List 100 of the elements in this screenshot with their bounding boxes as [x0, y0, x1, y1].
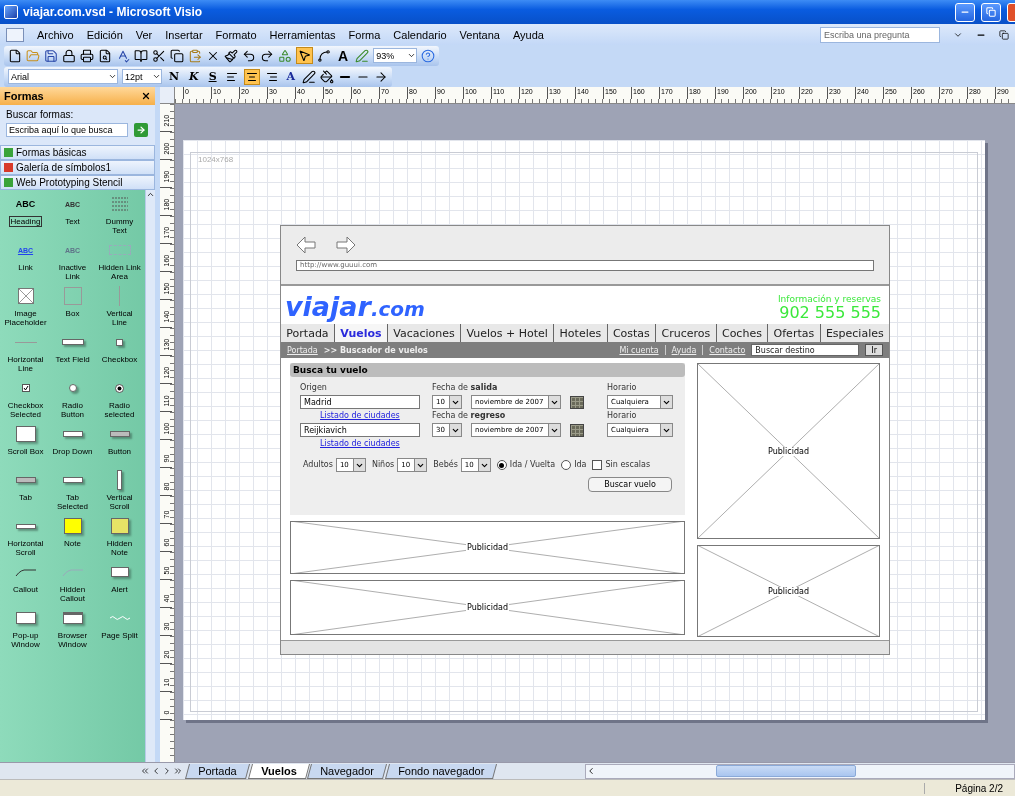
close-icon[interactable]	[141, 91, 151, 101]
line-color-icon[interactable]	[302, 69, 317, 84]
shape-label[interactable]: Hidden Callout	[49, 584, 96, 604]
undo-icon[interactable]	[242, 48, 256, 63]
style-button[interactable]: N	[166, 70, 183, 83]
radio-icon[interactable]	[115, 383, 124, 393]
account-link[interactable]: Contacto	[709, 345, 746, 355]
book-icon[interactable]	[134, 48, 148, 63]
cities-link[interactable]: Listado de ciudades	[320, 410, 400, 422]
shape-label[interactable]: Page Split	[99, 630, 140, 641]
pointer-tool-button[interactable]	[296, 47, 313, 64]
shape-icon[interactable]	[62, 612, 83, 624]
shape-icon[interactable]	[15, 523, 36, 529]
shape-label[interactable]: Pop-up Window	[2, 630, 49, 650]
shape-label[interactable]: Vertical Scroll	[96, 492, 143, 512]
image-placeholder-icon[interactable]	[17, 288, 34, 304]
previous-page-icon[interactable]	[151, 766, 161, 776]
shape-label[interactable]: Heading	[8, 216, 43, 227]
menu-item[interactable]: Forma	[348, 28, 381, 41]
shape-label[interactable]: Button	[105, 446, 134, 457]
shape-label[interactable]: Text	[63, 216, 82, 227]
print-icon[interactable]	[80, 48, 94, 63]
shape-label[interactable]: Radio Button	[49, 400, 96, 420]
shape-icon[interactable]	[15, 477, 36, 483]
shape-label[interactable]: Scroll Box	[5, 446, 46, 457]
destination-search-field[interactable]: Buscar destino	[751, 344, 860, 356]
search-button[interactable]: Buscar vuelo	[588, 477, 672, 492]
page-tab[interactable]: Vuelos	[247, 763, 310, 779]
shape-label[interactable]: Box	[63, 308, 82, 319]
save-icon[interactable]	[44, 48, 58, 63]
page-tab[interactable]: Fondo navegador	[385, 763, 498, 779]
city-field[interactable]: Reijkiavich	[300, 423, 420, 437]
help-icon[interactable]	[421, 48, 436, 63]
shape-label[interactable]: Tab Selected	[49, 492, 96, 512]
nav-tab[interactable]: Vuelos	[334, 324, 388, 342]
menu-item[interactable]: Herramientas	[269, 28, 336, 41]
calendar-icon[interactable]	[570, 423, 584, 437]
minimize-button[interactable]	[955, 2, 975, 22]
page-tab[interactable]: Navegador	[307, 763, 388, 779]
shape-icon[interactable]	[62, 477, 83, 483]
spelling-icon[interactable]	[116, 48, 130, 63]
zoom-dropdown[interactable]: 93%	[373, 48, 418, 63]
calendar-icon[interactable]	[570, 395, 584, 409]
shape-icon[interactable]	[116, 338, 123, 346]
shape-icon[interactable]	[15, 612, 36, 624]
shape-search-field[interactable]: Escriba aquí lo que busca	[6, 123, 128, 137]
shape-label[interactable]: Hidden Link Area	[96, 262, 143, 282]
menu-item[interactable]: Ayuda	[512, 28, 544, 41]
shape-label[interactable]: Checkbox	[99, 354, 140, 365]
stencil-header[interactable]: Web Prototyping Stencil	[0, 175, 155, 190]
account-link[interactable]: Ayuda	[671, 345, 697, 355]
stencil-header[interactable]: Galería de símbolos1	[0, 160, 155, 175]
scroll-up-icon[interactable]	[146, 190, 155, 199]
line-ends-icon[interactable]	[374, 69, 389, 84]
shape-label[interactable]: Image Placeholder	[2, 308, 49, 328]
shape-label[interactable]: Inactive Link	[49, 262, 96, 282]
shape-label[interactable]: Horizontal Scroll	[2, 538, 49, 558]
first-page-icon[interactable]	[140, 766, 150, 776]
horizontal-scrollbar[interactable]	[585, 763, 1015, 779]
city-field[interactable]: Madrid	[300, 395, 420, 409]
style-button[interactable]: K	[186, 70, 202, 83]
new-document-icon[interactable]	[8, 48, 22, 63]
connector-icon[interactable]	[317, 48, 331, 63]
menu-item[interactable]: Ventana	[459, 28, 500, 41]
callout-icon[interactable]	[14, 567, 37, 577]
shape-label[interactable]: Callout	[11, 584, 40, 595]
shape-icon[interactable]	[61, 339, 84, 345]
shape-icon[interactable]	[109, 431, 130, 437]
restore-button[interactable]	[981, 2, 1001, 22]
shape-icon[interactable]	[117, 470, 122, 490]
copy-icon[interactable]	[170, 48, 184, 63]
stencil-header[interactable]: Formas básicas	[0, 145, 155, 160]
next-page-icon[interactable]	[162, 766, 172, 776]
go-button[interactable]: Ir	[865, 344, 883, 356]
font-color-button[interactable]: A	[283, 70, 299, 83]
shape-label[interactable]: Link	[16, 262, 35, 273]
cities-link[interactable]: Listado de ciudades	[320, 438, 400, 450]
shape-label[interactable]: Tab	[17, 492, 34, 503]
shapes-icon[interactable]	[278, 48, 292, 63]
cut-icon[interactable]	[152, 48, 166, 63]
shape-label[interactable]: Note	[62, 538, 83, 549]
help-search-field[interactable]: Escriba una pregunta	[820, 26, 940, 43]
font-size-dropdown[interactable]: 12pt	[122, 69, 162, 84]
menu-item[interactable]: Archivo	[37, 28, 74, 41]
shape-glyph[interactable]: ABC	[15, 199, 36, 209]
shape-label[interactable]: Vertical Line	[96, 308, 143, 328]
document-icon[interactable]	[6, 27, 24, 42]
account-link[interactable]: Mi cuenta	[619, 345, 659, 355]
scroll-bar[interactable]	[145, 190, 155, 762]
shape-icon[interactable]	[62, 431, 83, 437]
shape-icon[interactable]	[15, 426, 36, 442]
radio-button[interactable]	[561, 460, 572, 470]
shape-label[interactable]: Browser Window	[49, 630, 96, 650]
checkbox[interactable]	[592, 460, 603, 470]
pencil-icon[interactable]	[355, 48, 370, 63]
shape-icon[interactable]	[68, 384, 77, 392]
shape-label[interactable]: Checkbox Selected	[2, 400, 49, 420]
last-page-icon[interactable]	[173, 766, 183, 776]
search-go-button[interactable]	[134, 123, 148, 137]
nav-tab[interactable]: Especiales	[820, 324, 890, 342]
